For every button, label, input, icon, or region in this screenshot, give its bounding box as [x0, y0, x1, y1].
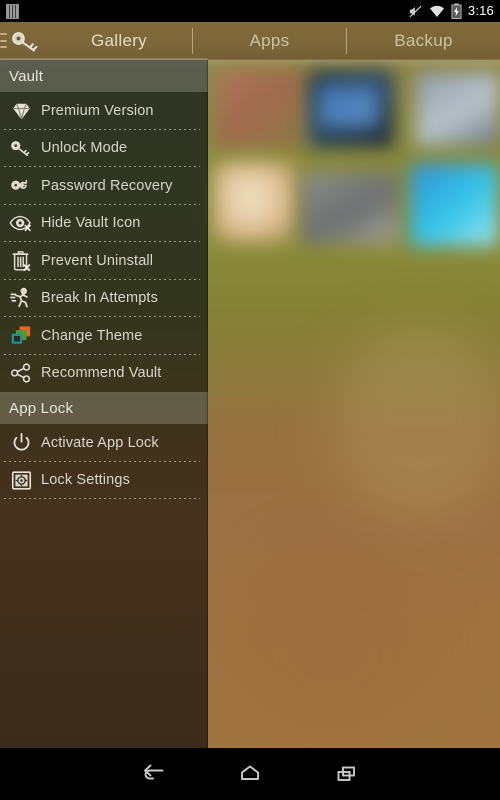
- back-button[interactable]: [106, 748, 202, 800]
- background-thumbnail: [216, 70, 306, 148]
- background-thumbnail: [416, 72, 500, 146]
- recent-apps-button[interactable]: [298, 748, 394, 800]
- diamond-icon: [8, 99, 34, 123]
- phone-screen: 3:16 Gallery Apps Backup Vault Premium V…: [0, 0, 500, 800]
- tab-backup[interactable]: Backup: [347, 22, 500, 60]
- menu-item-prevent-uninstall[interactable]: Prevent Uninstall: [0, 242, 208, 280]
- menu-item-label: Change Theme: [41, 327, 143, 344]
- menu-item-unlock-mode[interactable]: Unlock Mode: [0, 130, 208, 167]
- status-bar: 3:16: [0, 0, 500, 22]
- eye-hidden-icon: [8, 211, 34, 235]
- key-recovery-icon: [8, 174, 34, 198]
- running-intruder-icon: [8, 286, 34, 310]
- back-arrow-icon: [144, 764, 164, 780]
- background-highlight: [330, 322, 500, 522]
- menu-item-label: Activate App Lock: [41, 434, 159, 451]
- section-header-vault-label: Vault: [9, 67, 44, 85]
- menu-item-label: Lock Settings: [41, 472, 130, 489]
- home-icon: [241, 765, 259, 780]
- recent-apps-icon: [337, 766, 355, 781]
- menu-item-label: Prevent Uninstall: [41, 252, 154, 269]
- battery-charging-icon: [451, 3, 462, 19]
- wifi-icon: [429, 5, 444, 17]
- navigation-drawer: Vault Premium Version Unlock Mode Passwo…: [0, 60, 208, 748]
- background-thumbnail: [302, 172, 398, 244]
- tab-gallery-label: Gallery: [91, 31, 147, 50]
- background-thumbnail: [318, 84, 378, 126]
- tab-gallery[interactable]: Gallery: [46, 22, 192, 60]
- home-button[interactable]: [202, 748, 298, 800]
- key-icon[interactable]: [10, 30, 44, 54]
- status-bar-clock: 3:16: [467, 3, 494, 18]
- menu-item-hide-vault-icon[interactable]: Hide Vault Icon: [0, 205, 208, 242]
- silent-mode-icon: [409, 5, 422, 17]
- trash-blocked-icon: [8, 249, 34, 273]
- menu-item-label: Recommend Vault: [41, 365, 162, 382]
- menu-item-label: Premium Version: [41, 102, 154, 119]
- sim-card-icon: [6, 4, 19, 19]
- menu-item-label: Password Recovery: [41, 177, 173, 194]
- item-divider: [4, 498, 200, 499]
- layered-squares-icon: [8, 324, 34, 348]
- status-bar-right: 3:16: [408, 0, 494, 22]
- menu-item-lock-settings[interactable]: Lock Settings: [0, 462, 208, 499]
- section-header-app-lock-label: App Lock: [9, 399, 74, 417]
- menu-item-activate-app-lock[interactable]: Activate App Lock: [0, 424, 208, 462]
- tab-backup-label: Backup: [394, 31, 453, 50]
- background-thumbnail: [410, 164, 498, 246]
- tab-bar: Gallery Apps Backup: [0, 22, 500, 60]
- safe-lock-icon: [8, 468, 34, 492]
- hamburger-menu-icon[interactable]: [0, 33, 7, 48]
- key-icon: [8, 136, 34, 160]
- menu-item-break-in-attempts[interactable]: Break In Attempts: [0, 280, 208, 317]
- status-bar-left: [6, 4, 19, 19]
- menu-item-recommend-vault[interactable]: Recommend Vault: [0, 355, 208, 393]
- tab-apps[interactable]: Apps: [193, 22, 346, 60]
- menu-item-change-theme[interactable]: Change Theme: [0, 317, 208, 355]
- section-header-app-lock: App Lock: [0, 392, 208, 424]
- menu-item-premium-version[interactable]: Premium Version: [0, 92, 208, 130]
- tab-apps-label: Apps: [249, 31, 290, 50]
- menu-item-password-recovery[interactable]: Password Recovery: [0, 167, 208, 205]
- share-icon: [8, 361, 34, 385]
- background-highlight: [230, 542, 430, 742]
- android-navigation-bar: [0, 748, 500, 800]
- background-thumbnail: [214, 162, 296, 242]
- menu-item-label: Unlock Mode: [41, 140, 128, 157]
- power-icon: [8, 431, 34, 455]
- section-header-vault: Vault: [0, 60, 208, 92]
- menu-item-label: Hide Vault Icon: [41, 215, 141, 232]
- menu-item-label: Break In Attempts: [41, 290, 158, 307]
